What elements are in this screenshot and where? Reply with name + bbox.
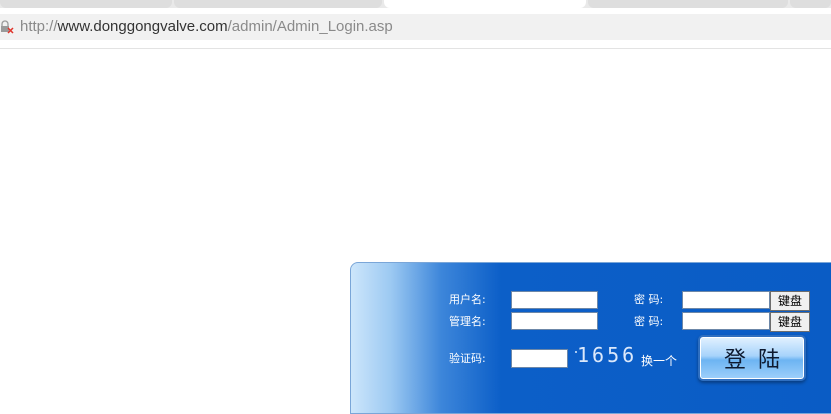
address-bar: http://www.donggongvalve.com/admin/Admin… — [0, 8, 831, 48]
username-label: 用户名: — [449, 293, 486, 306]
url-path: /admin/Admin_Login.asp — [227, 18, 393, 35]
url-domain: www.donggongvalve.com — [57, 18, 228, 35]
insecure-lock-icon[interactable] — [0, 19, 14, 35]
chrome-divider — [0, 48, 831, 49]
keyboard-button[interactable]: 键盘 — [770, 291, 810, 311]
refresh-captcha-link[interactable]: 换一个 — [641, 353, 677, 369]
browser-tab[interactable] — [174, 0, 382, 8]
captcha-label: 验证码: — [449, 352, 486, 365]
captcha-image[interactable]: 1656 — [577, 343, 637, 367]
admin-keyboard-button[interactable]: 键盘 — [770, 312, 810, 332]
browser-tab[interactable] — [790, 0, 831, 8]
login-button[interactable]: 登陆 — [698, 335, 806, 381]
password-input[interactable] — [682, 291, 770, 309]
login-panel: 用户名: 密 码: 键盘 管理名: 密 码: 键盘 验证码: 1656 换一个 … — [350, 262, 831, 414]
url-text[interactable]: http://www.donggongvalve.com/admin/Admin… — [20, 17, 393, 37]
username-input[interactable] — [511, 291, 598, 309]
admin-name-label: 管理名: — [449, 315, 486, 328]
admin-password-input[interactable] — [682, 312, 770, 330]
url-field[interactable]: http://www.donggongvalve.com/admin/Admin… — [0, 14, 831, 40]
browser-tab[interactable] — [588, 0, 788, 8]
tab-strip — [0, 0, 831, 8]
password-label: 密 码: — [634, 293, 664, 306]
captcha-input[interactable] — [511, 349, 568, 368]
admin-name-input[interactable] — [511, 312, 598, 330]
browser-tab[interactable] — [0, 0, 172, 8]
url-scheme: http:// — [20, 18, 58, 35]
browser-tab-active[interactable] — [384, 0, 586, 8]
admin-password-label: 密 码: — [634, 315, 664, 328]
